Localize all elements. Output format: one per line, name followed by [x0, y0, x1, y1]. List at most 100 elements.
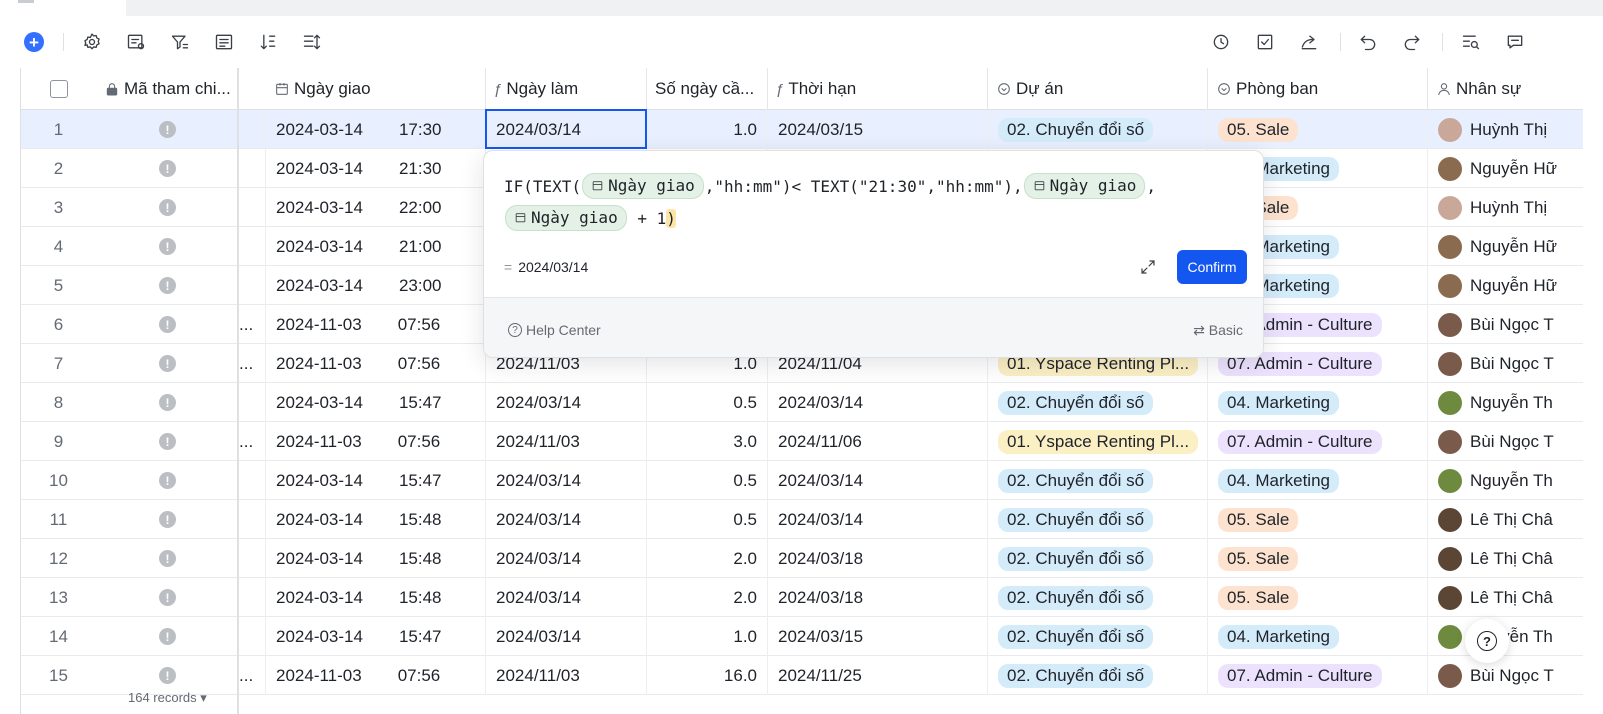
row-number[interactable]: 6 [21, 305, 96, 344]
expand-icon[interactable] [1139, 258, 1159, 278]
du-an-cell[interactable]: 02. Chuyển đổi số [988, 539, 1208, 578]
ngay-giao-cell[interactable]: 2024-03-14 22:00 [266, 188, 486, 227]
table-row[interactable]: 14! 2024-03-14 15:47 2024/03/14 1.0 2024/03/1… [21, 617, 1583, 656]
help-fab-button[interactable]: ? [1465, 619, 1509, 663]
ngay-lam-cell[interactable]: 2024/03/14 [486, 578, 647, 617]
column-header-ngay-giao[interactable]: Ngày giao [266, 68, 486, 110]
ref-cell[interactable]: ! [96, 149, 239, 188]
nhan-su-cell[interactable]: Nguyễn Hữ [1428, 266, 1583, 305]
table-row[interactable]: 8! 2024-03-14 15:47 2024/03/14 0.5 2024/03/14… [21, 383, 1583, 422]
ref-cell[interactable]: ! [96, 422, 239, 461]
checklist-icon[interactable] [1253, 30, 1277, 54]
nhan-su-cell[interactable]: Nguyễn Hữ [1428, 227, 1583, 266]
ref-cell[interactable]: ! [96, 305, 239, 344]
row-number[interactable]: 13 [21, 578, 96, 617]
thoi-han-cell[interactable]: 2024/03/18 [768, 578, 988, 617]
row-number[interactable]: 5 [21, 266, 96, 305]
ref-cell[interactable]: ! [96, 539, 239, 578]
du-an-cell[interactable]: 02. Chuyển đổi số [988, 500, 1208, 539]
filter-icon[interactable] [168, 30, 192, 54]
thoi-han-cell[interactable]: 2024/03/15 [768, 110, 988, 149]
phong-ban-cell[interactable]: 05. Sale [1208, 500, 1428, 539]
phong-ban-cell[interactable]: 04. Marketing [1208, 461, 1428, 500]
nhan-su-cell[interactable]: Lê Thị Châ [1428, 539, 1583, 578]
du-an-cell[interactable]: 01. Yspace Renting Pl... [988, 422, 1208, 461]
history-icon[interactable] [1209, 30, 1233, 54]
table-row[interactable]: 9!... 2024-11-03 07:56 2024/11/03 3.0 2024/11… [21, 422, 1583, 461]
thoi-han-cell[interactable]: 2024/11/25 [768, 656, 988, 695]
so-ngay-cell[interactable]: 0.5 [647, 383, 768, 422]
ngay-giao-cell[interactable]: 2024-03-14 15:47 [266, 461, 486, 500]
so-ngay-cell[interactable]: 2.0 [647, 578, 768, 617]
ngay-giao-cell[interactable]: 2024-03-14 17:30 [266, 110, 486, 149]
row-number[interactable]: 14 [21, 617, 96, 656]
thoi-han-cell[interactable]: 2024/03/14 [768, 383, 988, 422]
nhan-su-cell[interactable]: Nguyễn Th [1428, 461, 1583, 500]
so-ngay-cell[interactable]: 0.5 [647, 500, 768, 539]
so-ngay-cell[interactable]: 1.0 [647, 617, 768, 656]
ref-cell[interactable]: ! [96, 500, 239, 539]
so-ngay-cell[interactable]: 16.0 [647, 656, 768, 695]
ngay-giao-cell[interactable]: 2024-03-14 15:48 [266, 539, 486, 578]
ref-cell[interactable]: ! [96, 617, 239, 656]
du-an-cell[interactable]: 02. Chuyển đổi số [988, 578, 1208, 617]
thoi-han-cell[interactable]: 2024/03/14 [768, 461, 988, 500]
so-ngay-cell[interactable]: 0.5 [647, 461, 768, 500]
column-header-ref[interactable]: Mã tham chi... [96, 68, 239, 110]
row-number[interactable]: 3 [21, 188, 96, 227]
thoi-han-cell[interactable]: 2024/11/06 [768, 422, 988, 461]
row-number[interactable]: 2 [21, 149, 96, 188]
ngay-giao-cell[interactable]: 2024-03-14 23:00 [266, 266, 486, 305]
ngay-giao-cell[interactable]: 2024-03-14 15:48 [266, 500, 486, 539]
ref-cell[interactable]: ! [96, 266, 239, 305]
phong-ban-cell[interactable]: 05. Sale [1208, 539, 1428, 578]
ngay-lam-cell[interactable]: 2024/03/14 [486, 539, 647, 578]
phong-ban-cell[interactable]: 04. Marketing [1208, 617, 1428, 656]
basic-mode-toggle[interactable]: ⇄ Basic [1193, 322, 1243, 339]
nhan-su-cell[interactable]: Lê Thị Châ [1428, 500, 1583, 539]
row-number[interactable]: 4 [21, 227, 96, 266]
du-an-cell[interactable]: 02. Chuyển đổi số [988, 656, 1208, 695]
row-number[interactable]: 7 [21, 344, 96, 383]
confirm-button[interactable]: Confirm [1177, 250, 1247, 284]
record-count[interactable]: 164 records ▾ [128, 690, 207, 706]
nhan-su-cell[interactable]: Huỳnh Thị [1428, 188, 1583, 227]
nhan-su-cell[interactable]: Nguyễn Hữ [1428, 149, 1583, 188]
du-an-cell[interactable]: 02. Chuyển đổi số [988, 617, 1208, 656]
column-header-nhan-su[interactable]: Nhân sự [1428, 68, 1583, 110]
sort-icon[interactable] [256, 30, 280, 54]
settings-icon[interactable] [80, 30, 104, 54]
ngay-lam-cell[interactable]: 2024/03/14 [486, 500, 647, 539]
select-all-checkbox-cell[interactable] [21, 68, 96, 110]
ref-cell[interactable]: ! [96, 188, 239, 227]
du-an-cell[interactable]: 02. Chuyển đổi số [988, 461, 1208, 500]
column-header-ngay-lam[interactable]: ƒ Ngày làm [486, 68, 647, 110]
row-number[interactable]: 15 [21, 656, 96, 695]
column-header-phong-ban[interactable]: Phòng ban [1208, 68, 1428, 110]
column-header-so-ngay[interactable]: Số ngày cầ... [647, 68, 768, 110]
ref-cell[interactable]: ! [96, 110, 239, 149]
ngay-giao-cell[interactable]: 2024-03-14 15:48 [266, 578, 486, 617]
ngay-giao-cell[interactable]: 2024-11-03 07:56 [266, 344, 486, 383]
ref-cell[interactable]: ! [96, 578, 239, 617]
row-height-icon[interactable] [300, 30, 324, 54]
column-header-du-an[interactable]: Dự án [988, 68, 1208, 110]
ref-cell[interactable]: ! [96, 383, 239, 422]
ngay-lam-cell[interactable]: 2024/11/03 [486, 422, 647, 461]
phong-ban-cell[interactable]: 07. Admin - Culture [1208, 656, 1428, 695]
table-row[interactable]: 1! 2024-03-14 17:30 2024/03/14 1.0 2024/03/15… [21, 110, 1583, 149]
table-row[interactable]: 11! 2024-03-14 15:48 2024/03/14 0.5 2024/03/1… [21, 500, 1583, 539]
redo-icon[interactable] [1400, 30, 1424, 54]
nhan-su-cell[interactable]: Lê Thị Châ [1428, 578, 1583, 617]
so-ngay-cell[interactable]: 1.0 [647, 110, 768, 149]
ngay-giao-cell[interactable]: 2024-11-03 07:56 [266, 656, 486, 695]
ngay-giao-cell[interactable]: 2024-03-14 15:47 [266, 617, 486, 656]
ngay-lam-cell[interactable]: 2024/03/14 [486, 383, 647, 422]
undo-icon[interactable] [1356, 30, 1380, 54]
table-row[interactable]: 12! 2024-03-14 15:48 2024/03/14 2.0 2024/03/1… [21, 539, 1583, 578]
search-records-icon[interactable] [1459, 30, 1483, 54]
group-icon[interactable] [212, 30, 236, 54]
nhan-su-cell[interactable]: Nguyễn Th [1428, 383, 1583, 422]
field-reference-chip[interactable]: Ngày giao [582, 172, 704, 199]
row-number[interactable]: 12 [21, 539, 96, 578]
